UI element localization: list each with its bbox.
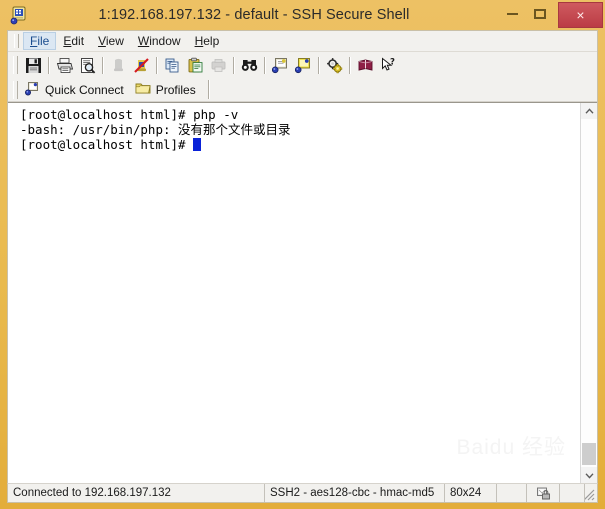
close-button[interactable]: × xyxy=(558,2,603,28)
terminal-line: [root@localhost html]# php -v xyxy=(20,107,239,122)
quickbar-end-separator xyxy=(207,80,210,99)
resize-grip[interactable] xyxy=(585,484,597,502)
copy-icon[interactable] xyxy=(161,54,184,76)
menu-help-rest: elp xyxy=(203,34,220,48)
minimize-icon xyxy=(506,13,518,15)
maximize-icon xyxy=(534,9,546,19)
status-connection: Connected to 192.168.197.132 xyxy=(8,484,265,502)
quick-connect-label: Quick Connect xyxy=(45,82,124,97)
vertical-scrollbar[interactable] xyxy=(580,103,597,483)
menu-help-mnemonic: H xyxy=(194,34,204,48)
print-preview-icon[interactable] xyxy=(76,54,99,76)
print-buffer-icon xyxy=(207,54,230,76)
find-icon[interactable] xyxy=(238,54,261,76)
menu-bar: File Edit View Window Help xyxy=(8,31,597,52)
profiles-label: Profiles xyxy=(155,82,196,97)
terminal-prompt: [root@localhost html]# xyxy=(20,137,194,152)
help-book-icon[interactable] xyxy=(354,54,377,76)
ssh-secure-shell-window: 1:192.168.197.132 - default - SSH Secure… xyxy=(0,0,605,509)
menu-item-edit[interactable]: Edit xyxy=(56,32,91,50)
menu-edit-rest: dit xyxy=(71,34,85,48)
quick-connect-icon xyxy=(25,81,40,99)
encryption-icon[interactable] xyxy=(527,484,560,502)
ssh-terminal-icon xyxy=(9,5,29,25)
toolbar-separator xyxy=(264,56,266,74)
main-toolbar: ? xyxy=(8,52,597,78)
menu-item-help[interactable]: Help xyxy=(188,32,227,50)
scrollbar-thumb[interactable] xyxy=(582,443,596,465)
terminal-line: -bash: /usr/bin/php: 没有那个文件或目录 xyxy=(20,122,291,137)
minimize-button[interactable] xyxy=(498,2,526,26)
print-icon[interactable] xyxy=(53,54,76,76)
terminal-output[interactable]: [root@localhost html]# php -v -bash: /us… xyxy=(8,103,580,483)
menu-file-rest: ile xyxy=(37,34,50,48)
scroll-up-arrow[interactable] xyxy=(581,103,597,119)
quick-connect-bar: Quick Connect Profiles xyxy=(8,78,597,102)
settings-icon[interactable] xyxy=(323,54,346,76)
toolbar-separator xyxy=(48,56,50,74)
scroll-down-arrow[interactable] xyxy=(581,467,597,483)
menu-window-mnemonic: W xyxy=(137,34,150,48)
text-cursor xyxy=(193,138,202,151)
terminal-line-with-cursor: [root@localhost html]# xyxy=(20,137,580,152)
title-bar: 1:192.168.197.132 - default - SSH Secure… xyxy=(0,0,605,30)
terminal-region: [root@localhost html]# php -v -bash: /us… xyxy=(8,102,597,483)
paste-icon[interactable] xyxy=(184,54,207,76)
close-icon: × xyxy=(576,7,585,23)
menu-view-mnemonic: V xyxy=(98,34,106,48)
menu-item-view[interactable]: View xyxy=(91,32,131,50)
menu-window-rest: indow xyxy=(149,34,181,48)
profiles-button[interactable]: Profiles xyxy=(132,80,204,100)
connect-icon xyxy=(107,54,130,76)
client-area: File Edit View Window Help ? Quick Conne… xyxy=(7,30,598,483)
status-spacer xyxy=(560,484,585,502)
toolbar-drag-grip[interactable] xyxy=(13,56,18,74)
toolbar-separator xyxy=(233,56,235,74)
toolbar-separator xyxy=(102,56,104,74)
menu-item-file[interactable]: File xyxy=(23,32,57,50)
window-frame-bottom xyxy=(0,503,605,509)
scrollbar-track[interactable] xyxy=(581,119,597,467)
quick-connect-button[interactable]: Quick Connect xyxy=(22,80,132,100)
status-spacer xyxy=(497,484,527,502)
toolbar-separator xyxy=(156,56,158,74)
quickbar-drag-grip[interactable] xyxy=(13,80,18,99)
toolbar-separator xyxy=(318,56,320,74)
save-icon[interactable] xyxy=(22,54,45,76)
new-terminal-icon[interactable] xyxy=(292,54,315,76)
menu-item-window[interactable]: Window xyxy=(131,32,188,50)
disconnect-icon[interactable] xyxy=(130,54,153,76)
status-cipher: SSH2 - aes128-cbc - hmac-md5 xyxy=(265,484,445,502)
watermark: Baidu 经验 xyxy=(456,436,566,459)
folder-icon xyxy=(135,81,151,98)
status-terminal-size: 80x24 xyxy=(445,484,497,502)
context-help-icon[interactable]: ? xyxy=(377,54,400,76)
maximize-button[interactable] xyxy=(526,2,554,26)
menu-view-rest: iew xyxy=(105,34,124,48)
window-title: 1:192.168.197.132 - default - SSH Secure… xyxy=(98,7,410,23)
status-bar: Connected to 192.168.197.132 SSH2 - aes1… xyxy=(7,483,598,503)
toolbar-separator xyxy=(349,56,351,74)
menu-drag-grip[interactable] xyxy=(14,34,19,48)
new-file-transfer-icon[interactable] xyxy=(269,54,292,76)
svg-text:?: ? xyxy=(390,57,395,67)
